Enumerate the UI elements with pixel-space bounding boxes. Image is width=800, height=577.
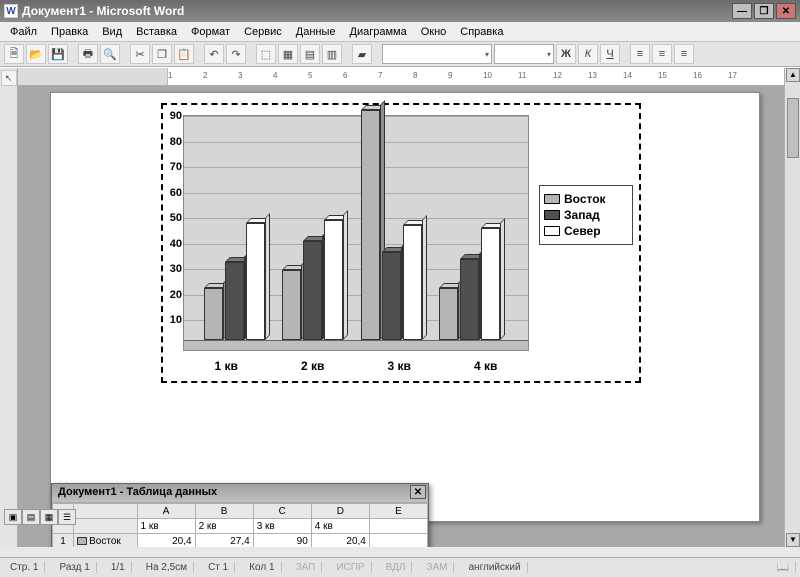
chart-x-labels: 1 кв 2 кв 3 кв 4 кв [183,359,529,373]
bar-Запад-3 кв[interactable] [382,252,401,340]
datasheet-window[interactable]: Документ1 - Таблица данных ✕ ABCDE1 кв2 … [51,483,429,547]
bar-Восток-3 кв[interactable] [361,110,380,340]
normal-view-button[interactable]: ▣ [4,509,22,525]
paste-button[interactable]: 📋 [174,44,194,64]
bar-Север-2 кв[interactable] [324,220,343,340]
menu-8[interactable]: Окно [415,24,453,40]
table-row[interactable]: 1Восток20,427,49020,4 [53,534,428,548]
document-page: 102030405060708090 1 кв 2 кв 3 кв 4 кв Вост… [50,92,760,522]
bar-Север-1 кв[interactable] [246,223,265,340]
status-ext: ВДЛ [380,562,413,573]
minimize-button[interactable]: — [732,3,752,19]
title-bar: W Документ1 - Microsoft Word — ❐ ✕ [0,0,800,22]
app-icon: W [4,4,18,18]
status-section: Разд 1 [53,562,96,573]
web-view-button[interactable]: ▤ [22,509,40,525]
chart-object[interactable]: 102030405060708090 1 кв 2 кв 3 кв 4 кв Вост… [161,103,641,383]
vertical-scrollbar[interactable]: ▲ ▼ [784,68,800,547]
pointer-tool[interactable]: ↖ [1,70,17,86]
status-line: Ст 1 [202,562,235,573]
toolbar-standard: 🗎 📂 💾 🖶 🔍 ✂ ❐ 📋 ↶ ↷ ⬚ ▦ ▤ ▥ ▰ Ж К Ч ≡ ≡ … [0,42,800,67]
print-preview-button[interactable]: 🔍 [100,44,120,64]
xlabel: 2 кв [301,359,324,373]
maximize-button[interactable]: ❐ [754,3,774,19]
legend-item[interactable]: Север [544,224,628,238]
print-button[interactable]: 🖶 [78,44,98,64]
fill-color-button[interactable]: ▰ [352,44,372,64]
status-ovr: ЗАМ [420,562,454,573]
status-rec: ЗАП [290,562,323,573]
datasheet-grid[interactable]: ABCDE1 кв2 кв3 кв4 кв1Восток20,427,49020… [52,502,428,547]
scroll-thumb[interactable] [787,98,799,158]
menu-1[interactable]: Правка [45,24,94,40]
xlabel: 1 кв [215,359,238,373]
bar-Восток-1 кв[interactable] [204,288,223,340]
status-page: Стр. 1 [4,562,45,573]
outline-view-button[interactable]: ☰ [58,509,76,525]
chart-floor [184,340,528,350]
horizontal-ruler[interactable]: 1234567891011121314151617 [18,68,784,86]
bold-button[interactable]: Ж [556,44,576,64]
by-col-button[interactable]: ▥ [322,44,342,64]
chart-plot-area: 102030405060708090 [183,115,529,351]
status-at: На 2,5см [140,562,194,573]
underline-button[interactable]: Ч [600,44,620,64]
font-size-combo[interactable] [494,44,554,64]
status-book-icon[interactable]: 📖 [771,562,796,573]
bar-Восток-4 кв[interactable] [439,288,458,340]
close-button[interactable]: ✕ [776,3,796,19]
status-col: Кол 1 [243,562,281,573]
menu-9[interactable]: Справка [454,24,509,40]
data-table-button[interactable]: ▦ [278,44,298,64]
align-left-button[interactable]: ≡ [630,44,650,64]
bar-Запад-2 кв[interactable] [303,241,322,340]
bar-Запад-1 кв[interactable] [225,262,244,340]
align-right-button[interactable]: ≡ [674,44,694,64]
menu-2[interactable]: Вид [96,24,128,40]
menu-7[interactable]: Диаграмма [344,24,413,40]
status-trk: ИСПР [330,562,371,573]
open-button[interactable]: 📂 [26,44,46,64]
scroll-down-icon[interactable]: ▼ [786,533,800,547]
menu-3[interactable]: Вставка [130,24,183,40]
legend-item[interactable]: Запад [544,208,628,222]
menu-6[interactable]: Данные [290,24,342,40]
align-center-button[interactable]: ≡ [652,44,672,64]
legend-item[interactable]: Восток [544,192,628,206]
view-mode-buttons: ▣ ▤ ▦ ☰ [4,509,76,525]
print-view-button[interactable]: ▦ [40,509,58,525]
datasheet-close-button[interactable]: ✕ [410,485,426,499]
menu-5[interactable]: Сервис [238,24,288,40]
menu-0[interactable]: Файл [4,24,43,40]
bar-Восток-2 кв[interactable] [282,270,301,340]
chart-legend[interactable]: Восток Запад Север [539,185,633,245]
bar-Запад-4 кв[interactable] [460,259,479,340]
scroll-up-icon[interactable]: ▲ [786,68,800,82]
document-workspace: ↖ 1234567891011121314151617 ▲ ▼ 10203040… [0,67,800,547]
italic-button[interactable]: К [578,44,598,64]
bar-Север-3 кв[interactable] [403,225,422,340]
xlabel: 3 кв [388,359,411,373]
by-row-button[interactable]: ▤ [300,44,320,64]
vertical-toolbar: ↖ [0,68,18,547]
cut-button[interactable]: ✂ [130,44,150,64]
new-doc-button[interactable]: 🗎 [4,44,24,64]
window-title: Документ1 - Microsoft Word [22,4,732,18]
status-bar: Стр. 1 Разд 1 1/1 На 2,5см Ст 1 Кол 1 ЗА… [0,557,800,577]
copy-button[interactable]: ❐ [152,44,172,64]
status-pages: 1/1 [105,562,132,573]
redo-button[interactable]: ↷ [226,44,246,64]
undo-button[interactable]: ↶ [204,44,224,64]
font-combo[interactable] [382,44,492,64]
save-button[interactable]: 💾 [48,44,68,64]
datasheet-title[interactable]: Документ1 - Таблица данных ✕ [52,484,428,502]
datasheet-title-text: Документ1 - Таблица данных [58,486,217,498]
bar-Север-4 кв[interactable] [481,228,500,340]
status-lang[interactable]: английский [462,562,527,573]
menu-bar: ФайлПравкаВидВставкаФорматСервисДанныеДи… [0,22,800,42]
xlabel: 4 кв [474,359,497,373]
menu-4[interactable]: Формат [185,24,236,40]
chart-edit-button[interactable]: ⬚ [256,44,276,64]
